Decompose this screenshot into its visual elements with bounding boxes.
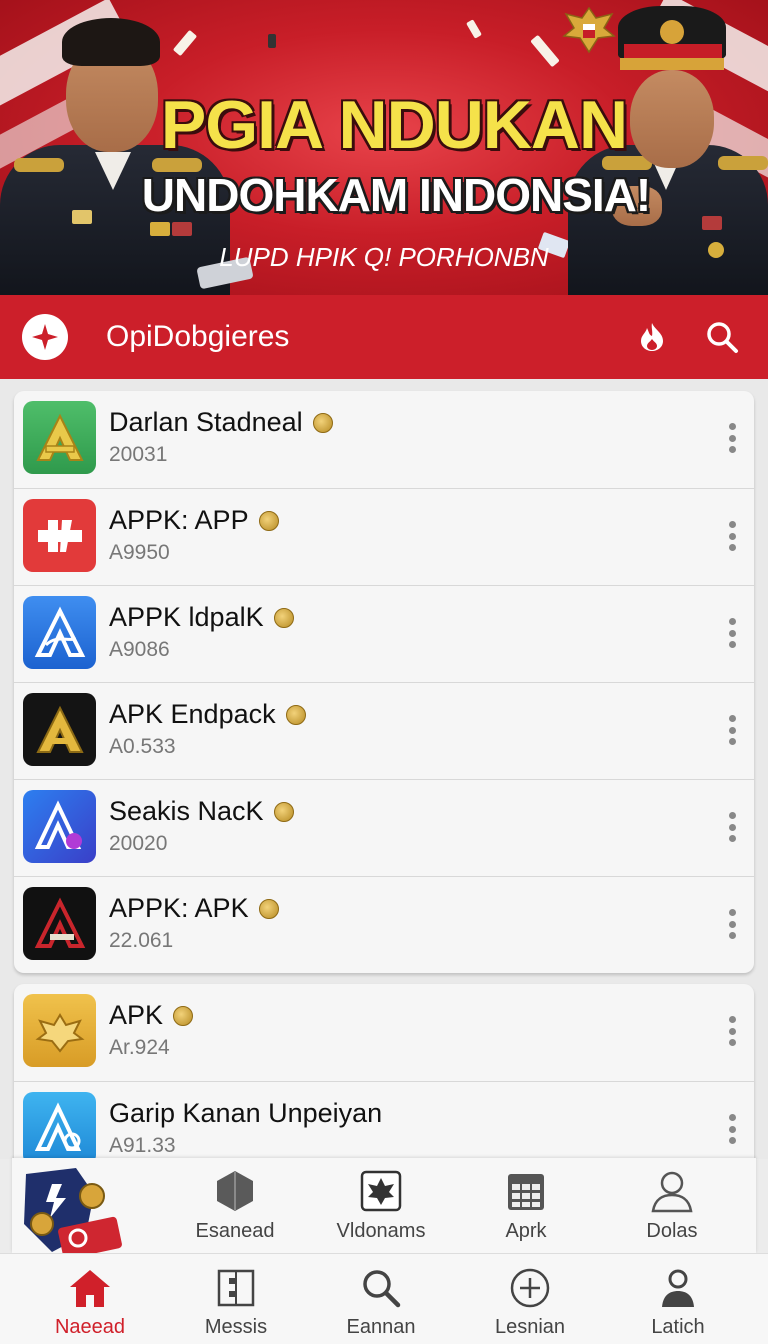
garuda-icon <box>360 1170 402 1212</box>
profile-icon <box>662 1269 694 1307</box>
more-options-icon[interactable] <box>726 521 738 551</box>
app-name: Garip Kanan Unpeiyan <box>109 1098 383 1128</box>
app-name: APPK ldpalK <box>109 602 264 632</box>
app-name: APK <box>109 1000 164 1030</box>
banner-tagline: LUPD HPIK Q! PORHONBN <box>219 242 549 272</box>
app-subtitle: A9950 <box>109 541 170 564</box>
pulse-red-icon <box>23 499 96 572</box>
app-list-item[interactable]: Garip Kanan Unpeiyan A91.33 <box>14 1081 754 1159</box>
app-list[interactable]: Darlan Stadneal 20031 APPK: APP A9950 AP… <box>0 379 768 1159</box>
app-name: APPK: APK <box>109 893 249 923</box>
shortcut-item[interactable]: Dolas <box>612 1168 732 1243</box>
shortcut-item[interactable]: Esanead <box>175 1168 295 1243</box>
add-circle-icon <box>510 1268 550 1308</box>
app-list-item[interactable]: APPK: APK 22.061 <box>14 876 754 973</box>
letter-a-red-dark-icon <box>23 887 96 960</box>
garuda-gold-icon <box>23 994 96 1067</box>
app-list-item[interactable]: APPK: APP A9950 <box>14 488 754 585</box>
nav-item-add[interactable]: Lesnian <box>465 1266 595 1339</box>
app-toolbar: OpiDobgieres <box>0 295 768 379</box>
search-icon <box>707 322 738 353</box>
app-subtitle: 20031 <box>109 443 168 466</box>
coin-icon <box>173 1005 194 1026</box>
grid-box-icon <box>217 1269 255 1307</box>
more-options-icon[interactable] <box>726 715 738 745</box>
shortcut-label: Vldonams <box>336 1220 426 1242</box>
letter-a-light-blue-icon <box>23 1092 96 1159</box>
toolbar-title: OpiDobgieres <box>106 320 290 353</box>
app-list-item[interactable]: APK Ar.924 <box>14 984 754 1081</box>
nav-item-search[interactable]: Eannan <box>316 1266 446 1339</box>
home-icon <box>70 1270 110 1307</box>
app-name: Darlan Stadneal <box>109 407 303 437</box>
banner-subheadline: UNDOHKAM INDONSIA! <box>141 169 651 221</box>
app-subtitle: Ar.924 <box>109 1036 170 1059</box>
shortcut-bar: Esanead Vldonams Aprk Dolas <box>12 1158 756 1256</box>
nav-item-home[interactable]: Naeead <box>25 1266 155 1339</box>
more-options-icon[interactable] <box>726 909 738 939</box>
app-subtitle: 20020 <box>109 832 168 855</box>
app-list-item[interactable]: APK Endpack A0.533 <box>14 682 754 779</box>
nav-label: Latich <box>651 1316 705 1338</box>
app-list-item[interactable]: Darlan Stadneal 20031 <box>14 391 754 488</box>
promo-banner[interactable]: PGIA NDUKAN UNDOHKAM INDONSIA! LUPD HPIK… <box>0 0 768 295</box>
app-list-item[interactable]: Seakis NacK 20020 <box>14 779 754 876</box>
app-subtitle: A91.33 <box>109 1134 176 1157</box>
search-icon <box>363 1270 401 1308</box>
more-options-icon[interactable] <box>726 423 738 453</box>
nav-label: Messis <box>204 1316 268 1338</box>
cube-icon <box>217 1171 253 1211</box>
coin-icon <box>258 510 279 531</box>
app-name: APPK: APP <box>109 505 249 535</box>
coin-icon <box>273 607 294 628</box>
app-list-card: APK Ar.924 Garip Kanan Unpeiyan A91.33 <box>14 984 754 1159</box>
coin-icon <box>312 412 333 433</box>
calendar-grid-icon <box>508 1174 544 1210</box>
flame-icon <box>641 323 663 351</box>
more-options-icon[interactable] <box>726 1016 738 1046</box>
search-button[interactable] <box>698 313 746 361</box>
coin-icon <box>285 704 306 725</box>
coin-icon <box>258 898 279 919</box>
letter-a-blue-icon <box>23 596 96 669</box>
police-badge-icon[interactable] <box>16 1164 126 1256</box>
confetti <box>530 34 560 68</box>
trending-button[interactable] <box>628 313 676 361</box>
more-options-icon[interactable] <box>726 618 738 648</box>
shortcut-label: Dolas <box>646 1220 698 1242</box>
app-name: Seakis NacK <box>109 796 264 826</box>
app-name: APK Endpack <box>109 699 276 729</box>
app-list-card: Darlan Stadneal 20031 APPK: APP A9950 AP… <box>14 391 754 973</box>
app-subtitle: A9086 <box>109 638 170 661</box>
garuda-emblem-icon <box>562 6 616 54</box>
shortcut-item[interactable]: Aprk <box>466 1168 586 1243</box>
letter-a-green-icon <box>23 401 96 474</box>
nav-label: Eannan <box>346 1316 416 1338</box>
app-logo-icon[interactable] <box>22 314 68 360</box>
more-options-icon[interactable] <box>726 812 738 842</box>
user-icon <box>651 1171 693 1213</box>
app-subtitle: 22.061 <box>109 929 174 952</box>
shortcut-item[interactable]: Vldonams <box>321 1168 441 1243</box>
shortcut-label: Aprk <box>505 1220 547 1242</box>
app-list-item[interactable]: APPK ldpalK A9086 <box>14 585 754 682</box>
nav-label: Naeead <box>54 1316 126 1338</box>
coin-icon <box>273 801 294 822</box>
confetti <box>466 19 482 39</box>
confetti <box>268 34 276 48</box>
more-options-icon[interactable] <box>726 1114 738 1144</box>
nav-label: Lesnian <box>494 1316 566 1338</box>
app-subtitle: A0.533 <box>109 735 176 758</box>
letter-a-gold-icon <box>23 693 96 766</box>
banner-headline: PGIA NDUKAN <box>160 87 628 163</box>
nav-item-profile[interactable]: Latich <box>613 1266 743 1339</box>
shortcut-label: Esanead <box>195 1220 275 1242</box>
nav-item-messages[interactable]: Messis <box>171 1266 301 1339</box>
letter-a-blue-gradient-icon <box>23 790 96 863</box>
bottom-navigation: Naeead Messis Eannan Lesnian Latich <box>0 1253 768 1344</box>
